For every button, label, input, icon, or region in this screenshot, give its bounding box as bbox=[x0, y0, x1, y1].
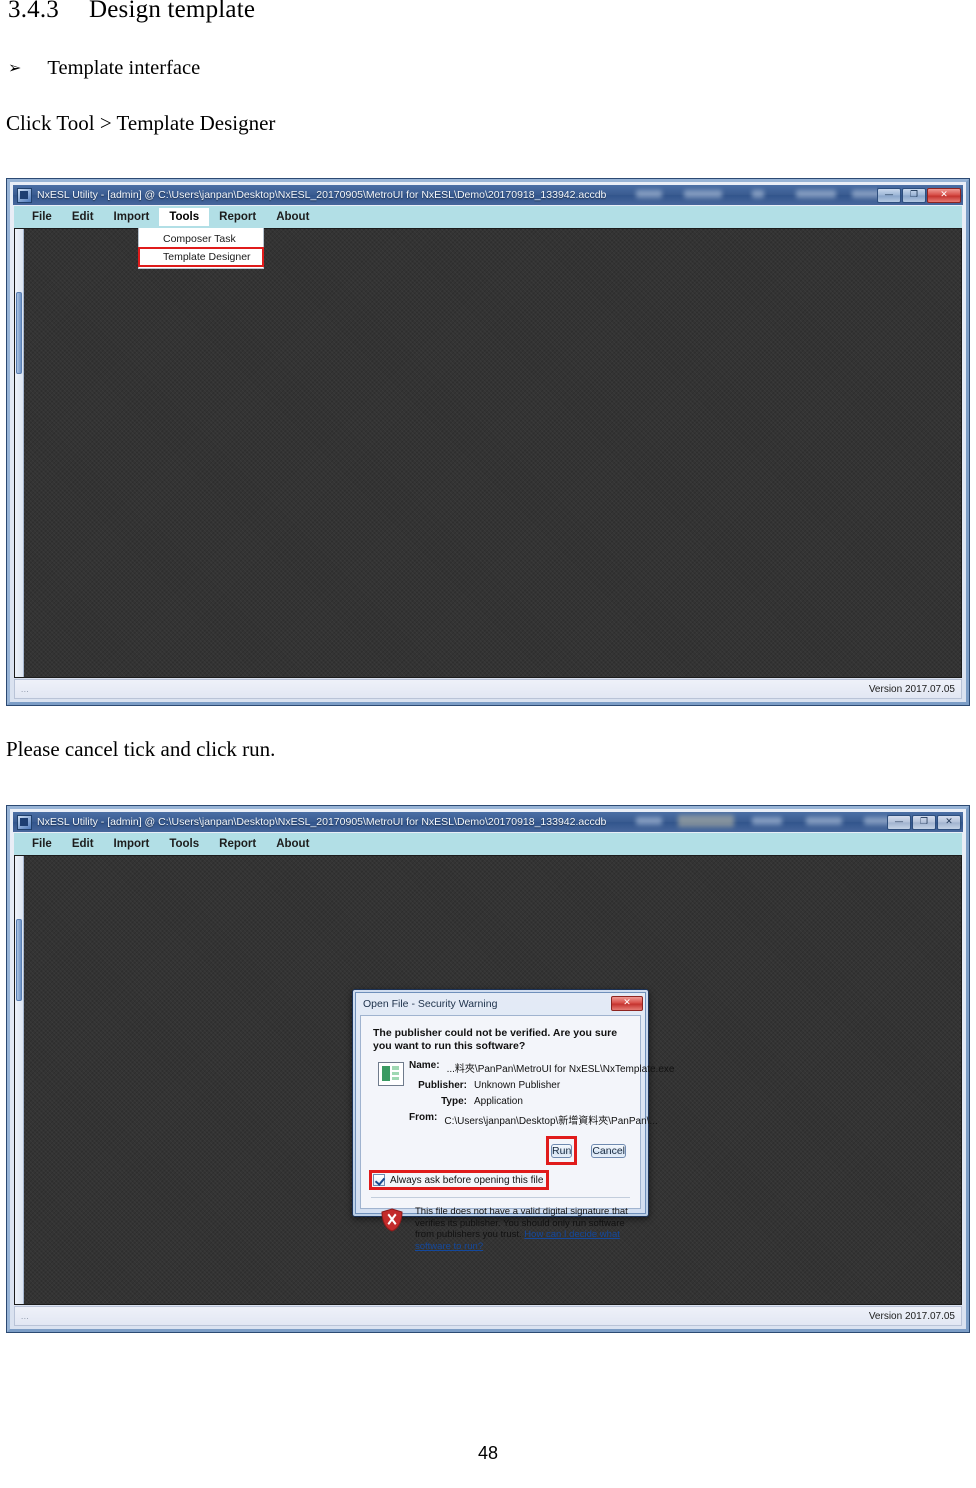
dialog-titlebar: Open File - Security Warning ✕ bbox=[356, 993, 645, 1014]
close-button[interactable]: ✕ bbox=[937, 814, 961, 830]
detail-label: Type: bbox=[441, 1096, 467, 1107]
heading-number: 3.4.3 bbox=[8, 0, 59, 23]
dialog-file-details: Name: ...料夾\PanPan\MetroUI for NxESL\NxT… bbox=[409, 1060, 674, 1132]
dialog-title: Open File - Security Warning bbox=[363, 997, 498, 1010]
cancel-button[interactable]: Cancel bbox=[591, 1144, 626, 1158]
scrollbar-thumb[interactable] bbox=[16, 918, 22, 1002]
dialog-question-text: The publisher could not be verified. Are… bbox=[373, 1027, 618, 1052]
main-content-canvas: Open File - Security Warning ✕ The publi… bbox=[14, 855, 962, 1305]
window-frame: NxESL Utility - [admin] @ C:\Users\janpa… bbox=[7, 179, 969, 705]
maximize-button[interactable]: ❐ bbox=[902, 187, 926, 203]
titlebar-blurred-region bbox=[620, 185, 877, 205]
dialog-warning-text: This file does not have a valid digital … bbox=[415, 1206, 633, 1252]
dropdown-item-composer-task[interactable]: Composer Task bbox=[139, 230, 263, 248]
main-content-canvas bbox=[14, 228, 962, 678]
bullet-label: Template interface bbox=[47, 57, 201, 79]
dialog-body: The publisher could not be verified. Are… bbox=[360, 1015, 674, 1252]
window-controls[interactable]: — ❐ ✕ bbox=[877, 187, 961, 203]
tools-dropdown-menu[interactable]: Composer Task Template Designer bbox=[138, 228, 264, 269]
menu-item-report[interactable]: Report bbox=[209, 835, 266, 853]
detail-label: Publisher: bbox=[418, 1080, 467, 1091]
detail-row-from: From: C:\Users\janpan\Desktop\新增資料夾\PanP… bbox=[409, 1112, 658, 1127]
security-warning-dialog: Open File - Security Warning ✕ The publi… bbox=[352, 989, 674, 1252]
menu-item-about[interactable]: About bbox=[266, 208, 319, 226]
detail-value: ...料夾\PanPan\MetroUI for NxESL\NxTemplat… bbox=[446, 1064, 675, 1075]
dialog-action-buttons[interactable]: Run Cancel bbox=[546, 1136, 629, 1165]
menu-item-report[interactable]: Report bbox=[209, 208, 266, 226]
menu-item-edit[interactable]: Edit bbox=[62, 208, 104, 226]
detail-row-publisher: Publisher: Unknown Publisher bbox=[409, 1080, 641, 1091]
detail-row-type: Type: Application bbox=[409, 1096, 641, 1107]
menu-item-tools[interactable]: Tools bbox=[159, 835, 209, 853]
run-button[interactable]: Run bbox=[551, 1144, 573, 1158]
status-left-text: ... bbox=[21, 684, 30, 694]
vertical-scrollbar[interactable] bbox=[15, 229, 24, 677]
scrollbar-thumb[interactable] bbox=[16, 291, 22, 375]
menu-item-file[interactable]: File bbox=[22, 835, 62, 853]
status-left-text: ... bbox=[21, 1311, 30, 1321]
detail-value: Application bbox=[474, 1096, 523, 1107]
page-number: 48 bbox=[477, 1443, 499, 1463]
menu-item-about[interactable]: About bbox=[266, 835, 319, 853]
window-controls[interactable]: — ❐ ✕ bbox=[887, 814, 961, 830]
statusbar: ... Version 2017.07.05 bbox=[14, 679, 962, 699]
detail-label: Name: bbox=[409, 1060, 440, 1071]
version-label: Version 2017.07.05 bbox=[868, 1310, 955, 1322]
always-ask-label: Always ask before opening this file bbox=[390, 1174, 544, 1186]
detail-label: From: bbox=[409, 1112, 438, 1123]
window-frame: NxESL Utility - [admin] @ C:\Users\janpa… bbox=[7, 806, 969, 1332]
arrow-bullet-icon: ➢ bbox=[8, 58, 22, 77]
dialog-frame: Open File - Security Warning ✕ The publi… bbox=[355, 992, 674, 1252]
dialog-close-button[interactable]: ✕ bbox=[611, 996, 643, 1011]
vertical-scrollbar[interactable] bbox=[15, 856, 24, 1304]
titlebar-blurred-region bbox=[620, 812, 887, 832]
window-title: NxESL Utility - [admin] @ C:\Users\janpa… bbox=[37, 189, 607, 201]
cancel-button-wrap: Cancel bbox=[588, 1138, 629, 1163]
instruction-paragraph-1: Click Tool > Template Designer bbox=[6, 111, 276, 135]
detail-value: C:\Users\janpan\Desktop\新增資料夾\PanPan\... bbox=[444, 1116, 658, 1127]
minimize-button[interactable]: — bbox=[887, 814, 911, 830]
menu-item-import[interactable]: Import bbox=[104, 208, 160, 226]
application-file-icon bbox=[378, 1062, 404, 1086]
window-titlebar: NxESL Utility - [admin] @ C:\Users\janpa… bbox=[13, 185, 963, 205]
window-titlebar: NxESL Utility - [admin] @ C:\Users\janpa… bbox=[13, 812, 963, 832]
bullet-item: ➢ Template interface bbox=[8, 57, 200, 80]
menu-item-edit[interactable]: Edit bbox=[62, 835, 104, 853]
menubar[interactable]: File Edit Import Tools Report About bbox=[14, 206, 962, 229]
screenshot-app-window-security-dialog: NxESL Utility - [admin] @ C:\Users\janpa… bbox=[6, 805, 970, 1333]
close-button[interactable]: ✕ bbox=[927, 187, 961, 203]
run-button-highlight: Run bbox=[546, 1136, 578, 1165]
menubar[interactable]: File Edit Import Tools Report About bbox=[14, 833, 962, 856]
maximize-button[interactable]: ❐ bbox=[912, 814, 936, 830]
page-heading: 3.4.3 Design template bbox=[8, 0, 255, 24]
menu-item-file[interactable]: File bbox=[22, 208, 62, 226]
always-ask-checkbox[interactable] bbox=[373, 1174, 385, 1186]
minimize-button[interactable]: — bbox=[877, 187, 901, 203]
version-label: Version 2017.07.05 bbox=[868, 683, 955, 695]
menu-item-tools[interactable]: Tools bbox=[159, 208, 210, 226]
always-ask-checkbox-highlight[interactable]: Always ask before opening this file bbox=[368, 1170, 550, 1190]
heading-title: Design template bbox=[89, 0, 256, 23]
statusbar: ... Version 2017.07.05 bbox=[14, 1306, 962, 1326]
app-window-icon bbox=[17, 814, 32, 830]
screenshot-app-window-tools-menu: NxESL Utility - [admin] @ C:\Users\janpa… bbox=[6, 178, 970, 706]
dialog-separator bbox=[371, 1197, 630, 1198]
detail-row-name: Name: ...料夾\PanPan\MetroUI for NxESL\NxT… bbox=[409, 1060, 674, 1075]
dropdown-item-template-designer[interactable]: Template Designer bbox=[138, 247, 264, 267]
menu-item-import[interactable]: Import bbox=[104, 835, 160, 853]
instruction-paragraph-2: Please cancel tick and click run. bbox=[6, 737, 276, 761]
red-shield-warning-icon bbox=[381, 1208, 403, 1232]
detail-value: Unknown Publisher bbox=[474, 1080, 561, 1091]
app-window-icon bbox=[17, 187, 32, 203]
window-title: NxESL Utility - [admin] @ C:\Users\janpa… bbox=[37, 816, 607, 828]
